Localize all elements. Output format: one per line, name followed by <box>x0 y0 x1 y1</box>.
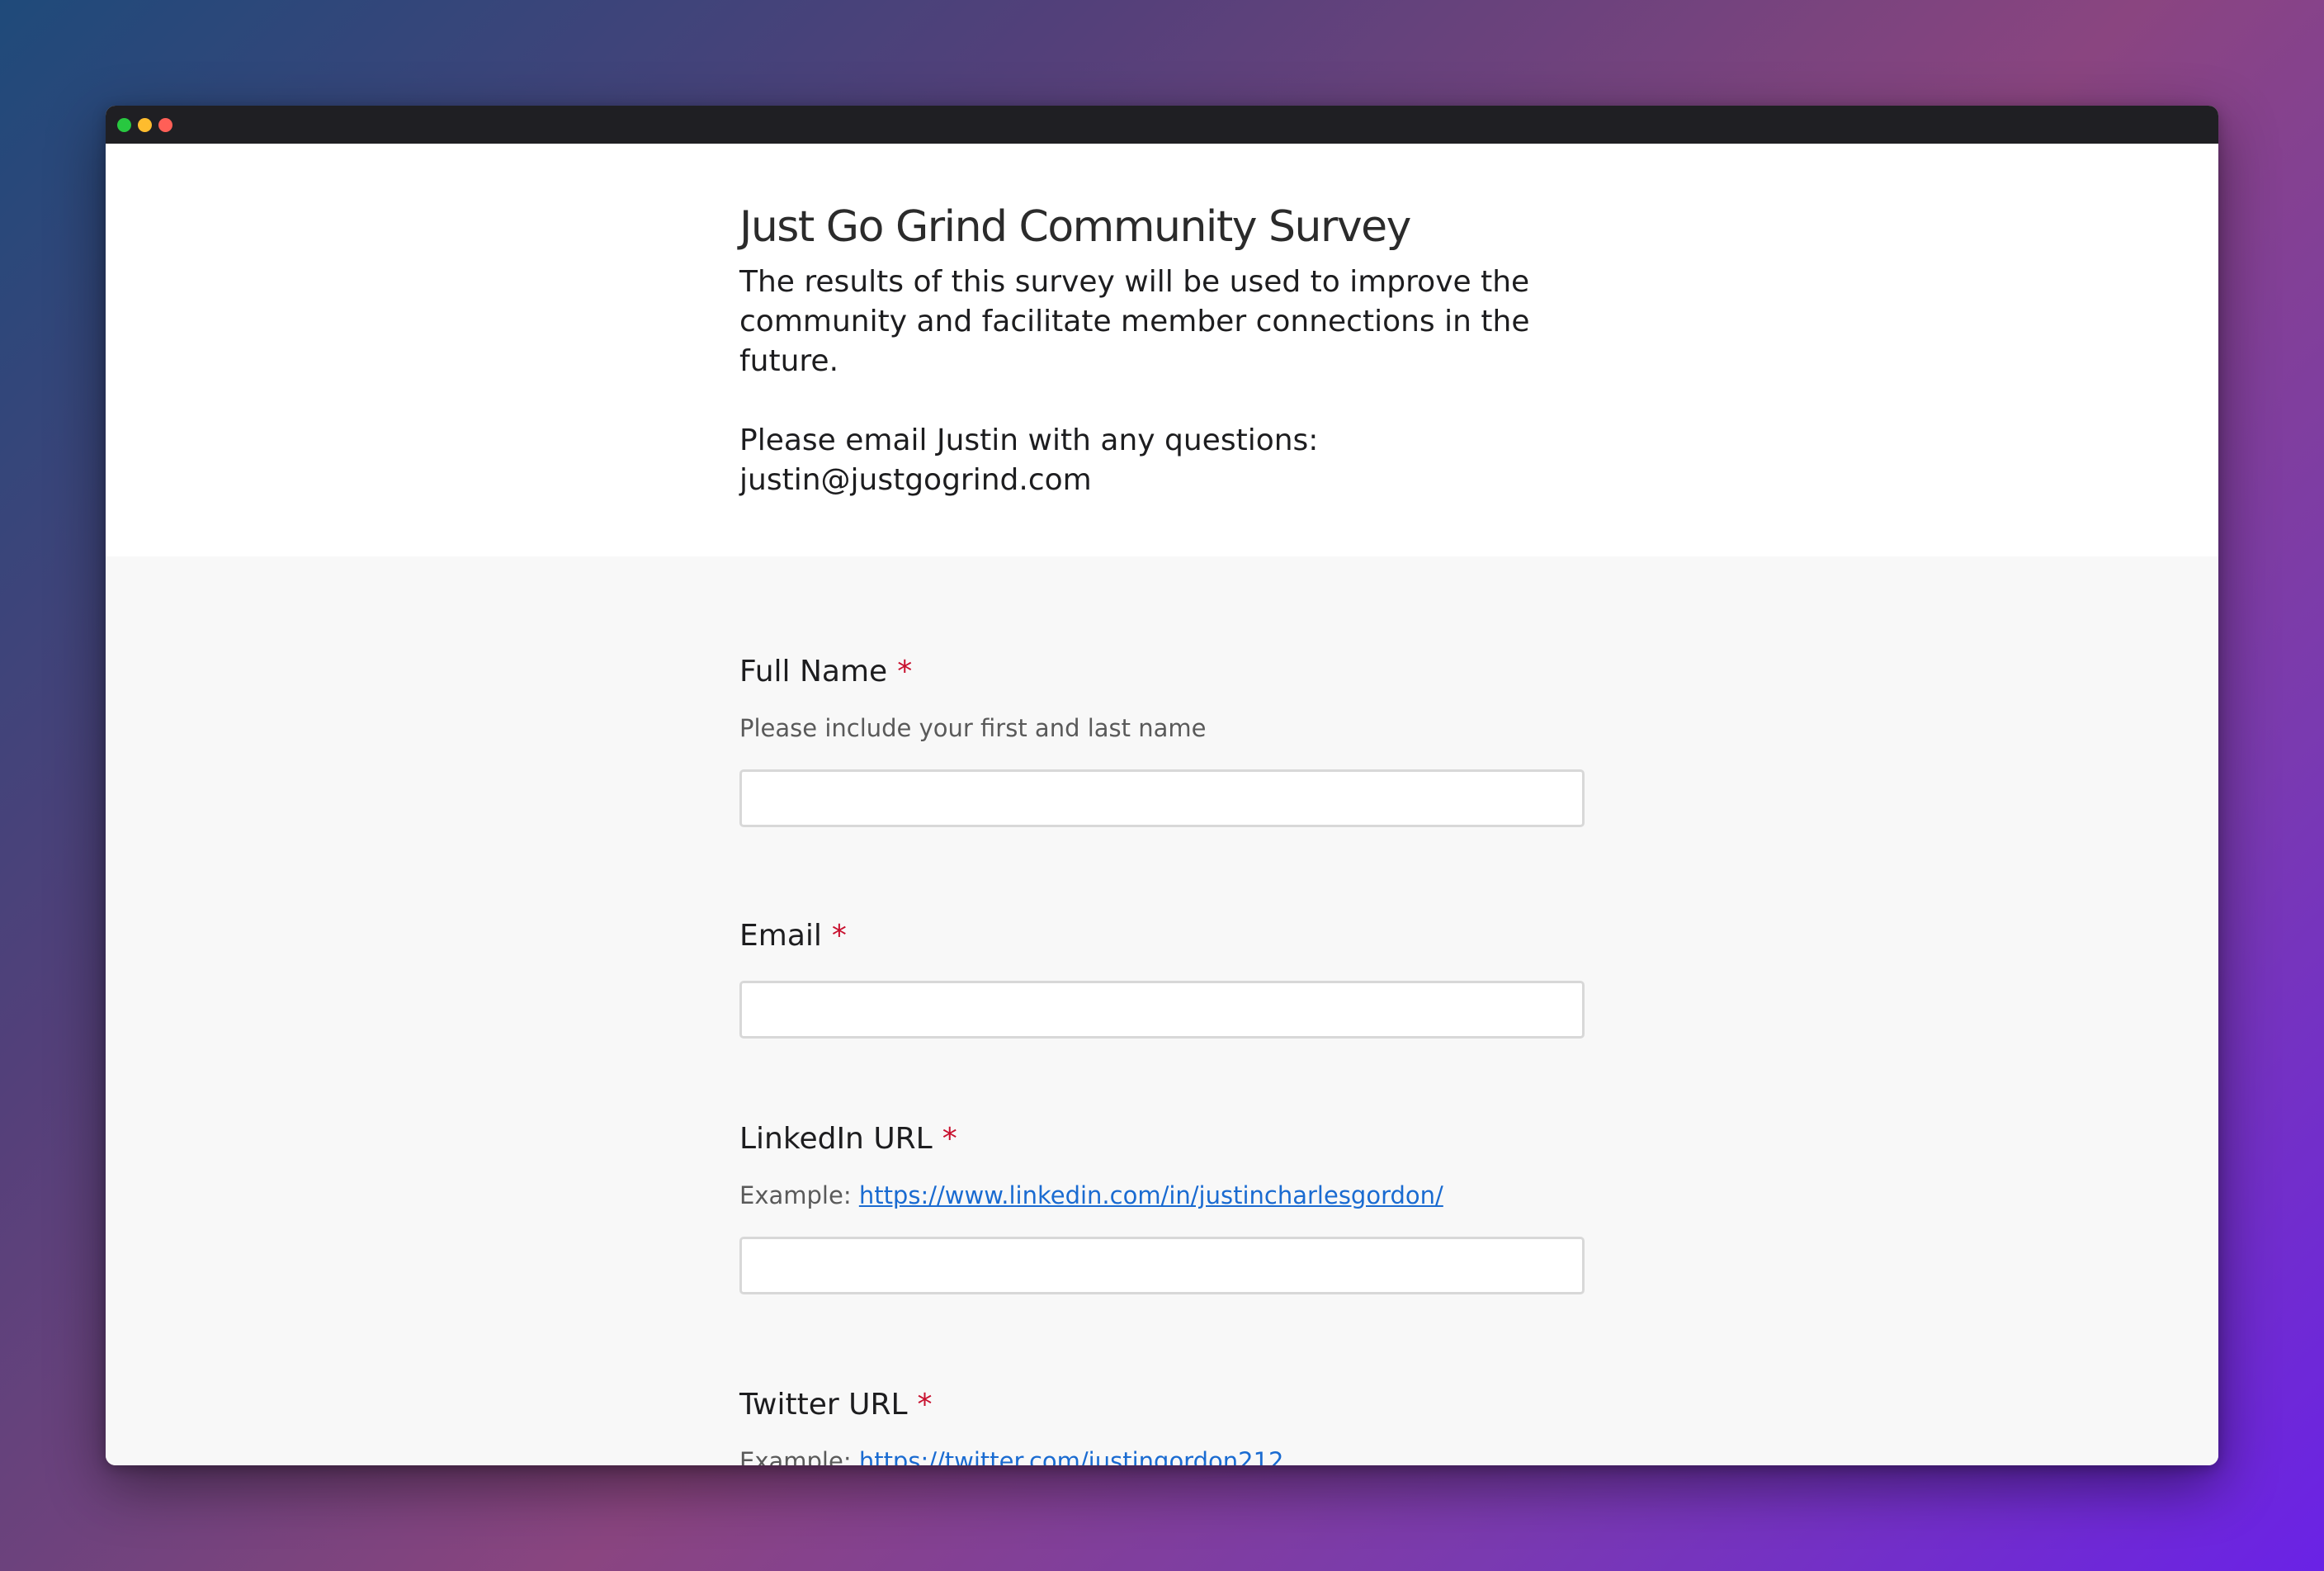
linkedin-example-link[interactable]: https://www.linkedin.com/in/justincharle… <box>859 1181 1443 1209</box>
twitter-url-label: Twitter URL * <box>739 1385 1585 1425</box>
email-label-text: Email <box>739 919 822 953</box>
maximize-window-button[interactable] <box>117 117 131 132</box>
required-indicator: * <box>942 1122 957 1156</box>
twitter-example-prefix: Example: <box>739 1447 852 1465</box>
required-indicator: * <box>831 919 847 953</box>
window-titlebar <box>106 106 2218 144</box>
full-name-label: Full Name * <box>739 652 1585 692</box>
twitter-url-help-text: Example: https://twitter.com/justingordo… <box>739 1445 1585 1465</box>
linkedin-url-input[interactable] <box>739 1237 1585 1294</box>
twitter-example-link[interactable]: https://twitter.com/justingordon212 <box>859 1447 1284 1465</box>
browser-window: Just Go Grind Community Survey The resul… <box>106 106 2218 1465</box>
email-field: Email * <box>739 916 1585 1119</box>
survey-description: The results of this survey will be used … <box>739 263 1548 500</box>
full-name-input[interactable] <box>739 769 1585 827</box>
minimize-window-button[interactable] <box>138 117 152 132</box>
linkedin-url-label-text: LinkedIn URL <box>739 1122 933 1156</box>
survey-title: Just Go Grind Community Survey <box>739 202 1411 252</box>
full-name-help-text: Please include your first and last name <box>739 714 1207 742</box>
survey-description-intro: The results of this survey will be used … <box>739 265 1530 378</box>
survey-description-contact: Please email Justin with any questions: … <box>739 424 1319 497</box>
full-name-label-text: Full Name <box>739 655 888 688</box>
twitter-url-label-text: Twitter URL <box>739 1388 908 1422</box>
linkedin-url-field: LinkedIn URL * Example: https://www.link… <box>739 1119 1585 1385</box>
full-name-field: Full Name * Please include your first an… <box>739 652 1585 916</box>
required-indicator: * <box>897 655 913 688</box>
linkedin-url-label: LinkedIn URL * <box>739 1119 1585 1159</box>
page-content: Just Go Grind Community Survey The resul… <box>106 144 2218 1465</box>
twitter-url-field: Twitter URL * Example: https://twitter.c… <box>739 1385 1585 1465</box>
linkedin-url-help-text: Example: https://www.linkedin.com/in/jus… <box>739 1179 1585 1212</box>
email-label: Email * <box>739 916 1585 956</box>
survey-header: Just Go Grind Community Survey The resul… <box>106 144 2218 556</box>
required-indicator: * <box>917 1388 933 1422</box>
email-input[interactable] <box>739 981 1585 1039</box>
survey-form: Full Name * Please include your first an… <box>106 556 2218 1465</box>
close-window-button[interactable] <box>158 117 172 132</box>
linkedin-example-prefix: Example: <box>739 1181 852 1209</box>
